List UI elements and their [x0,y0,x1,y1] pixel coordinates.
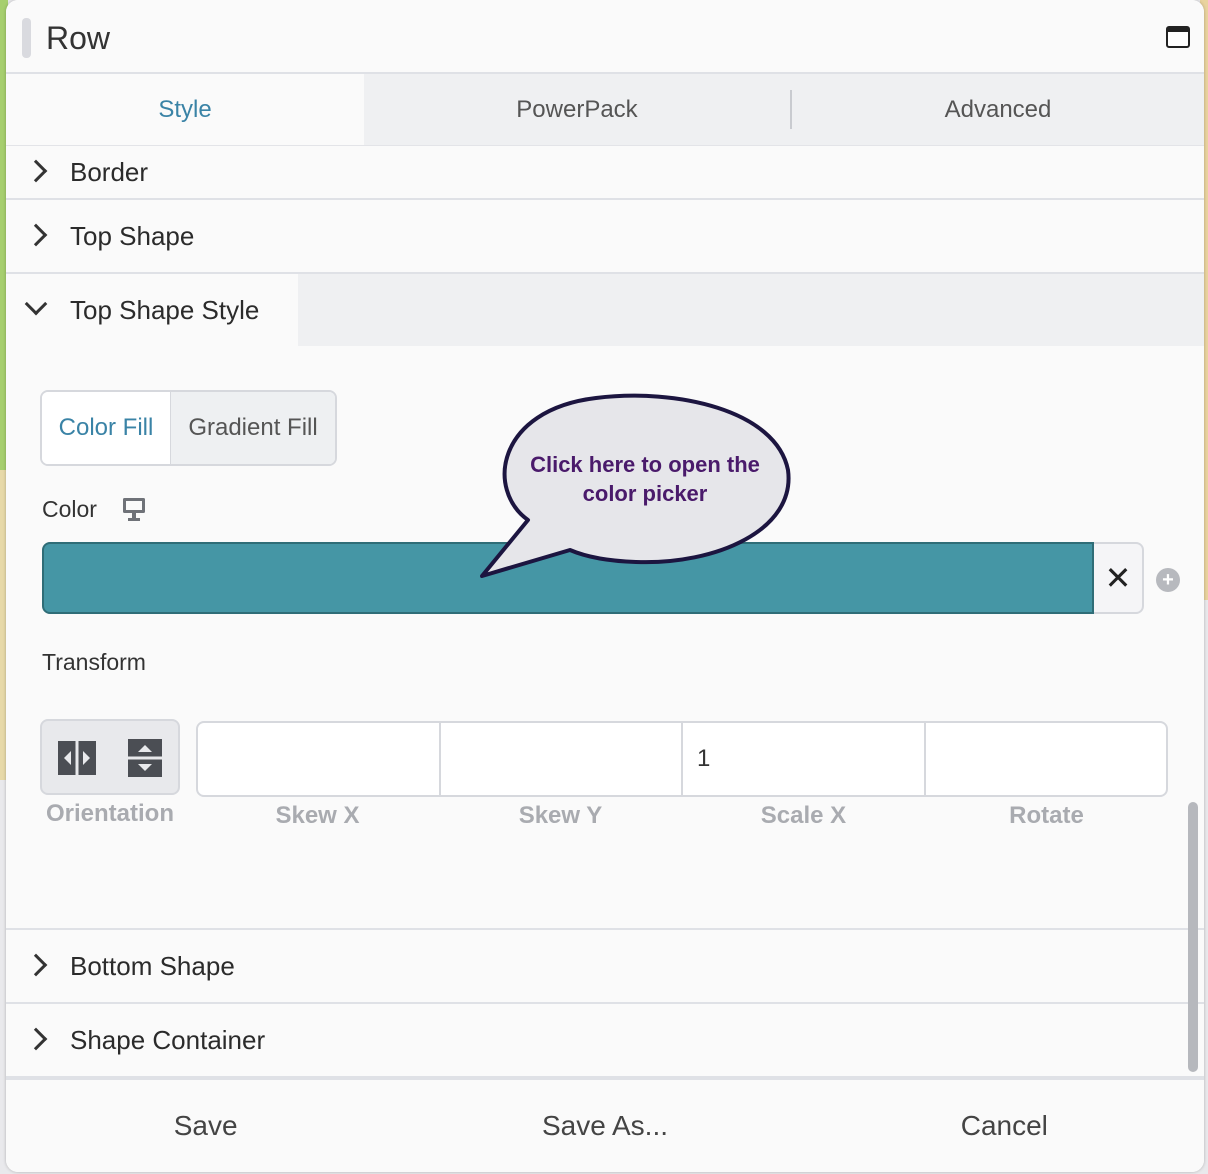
panel-footer: Save Save As... Cancel [6,1078,1204,1172]
panel-titlebar[interactable]: Row [6,0,1204,74]
tab-bar: Style PowerPack Advanced [6,74,1204,146]
scale-x-input[interactable]: 1 [683,723,926,795]
section-border[interactable]: Border [6,146,1204,200]
tab-advanced[interactable]: Advanced [792,74,1204,145]
section-label: Top Shape [70,220,195,251]
section-top-shape[interactable]: Top Shape [6,200,1204,274]
chevron-down-icon [24,292,48,316]
orientation-label: Orientation [45,800,174,827]
flip-horizontal-icon[interactable] [58,739,96,777]
close-icon[interactable]: ✕ [1094,542,1144,614]
chevron-right-icon [24,159,48,183]
monitor-icon[interactable] [122,496,146,522]
tooltip-text: Click here to open the color picker [530,452,760,506]
save-as-button[interactable]: Save As... [405,1080,804,1172]
flip-vertical-icon[interactable] [126,739,164,777]
section-label: Bottom Shape [70,950,235,981]
scale-x-label: Scale X [760,802,847,829]
skew-y-label: Skew Y [518,802,603,829]
skew-y-input[interactable] [441,723,683,795]
chevron-right-icon [24,1027,48,1051]
panel-title: Row [46,20,111,56]
tab-powerpack[interactable]: PowerPack [364,74,790,145]
skew-x-label: Skew X [275,802,360,829]
save-button[interactable]: Save [6,1080,405,1172]
section-label: Top Shape Style [70,294,260,325]
window-maximize-icon[interactable] [1166,26,1190,48]
transform-label: Transform [42,649,146,675]
color-fill-button[interactable]: Color Fill [42,392,170,464]
skew-x-input[interactable] [198,723,441,795]
tab-style[interactable]: Style [6,74,364,145]
chevron-right-icon [24,223,48,247]
section-shape-container[interactable]: Shape Container [6,1004,1204,1078]
cancel-button[interactable]: Cancel [805,1080,1204,1172]
fill-type-toggle: Color Fill Gradient Fill [40,390,337,466]
section-label: Border [70,156,149,187]
gradient-fill-button[interactable]: Gradient Fill [170,392,335,464]
drag-handle[interactable] [22,18,31,58]
section-bottom-shape[interactable]: Bottom Shape [6,930,1204,1004]
color-label: Color [42,496,97,522]
orientation-toggle [40,719,180,795]
settings-panel: Row Style PowerPack Advanced Border Top … [6,0,1204,1172]
chevron-right-icon [24,953,48,977]
scrollbar-thumb[interactable] [1188,802,1198,1072]
transform-inputs: 1 [196,721,1168,797]
rotate-label: Rotate [1009,802,1084,829]
section-top-shape-style[interactable]: Top Shape Style [6,274,1204,346]
section-label: Shape Container [70,1024,266,1055]
rotate-input[interactable] [926,723,1167,795]
plus-circle-icon[interactable]: + [1156,568,1180,592]
